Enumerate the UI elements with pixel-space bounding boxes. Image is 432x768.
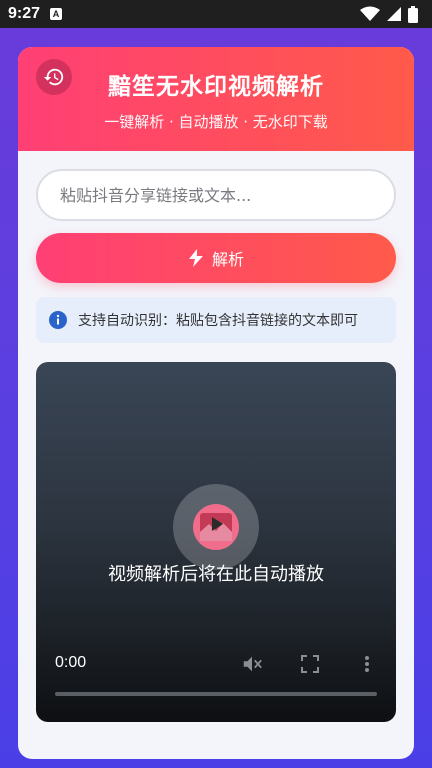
app-header: 黯笙无水印视频解析 一键解析 · 自动播放 · 无水印下载 [18, 47, 414, 151]
video-player[interactable]: 视频解析后将在此自动播放 0:00 [36, 362, 396, 722]
progress-bar[interactable] [55, 692, 377, 696]
page-title: 黯笙无水印视频解析 [108, 74, 324, 100]
info-tip-text: 支持自动识别：粘贴包含抖音链接的文本即可 [78, 313, 358, 329]
mute-button[interactable] [240, 652, 264, 676]
lightning-icon [188, 249, 203, 267]
main-card: 黯笙无水印视频解析 一键解析 · 自动播放 · 无水印下载 解析 支持自动识别：… [18, 47, 414, 759]
status-bar: 9:27 A [0, 0, 432, 28]
video-placeholder-icon [193, 504, 239, 550]
more-vert-icon [365, 656, 369, 672]
fullscreen-button[interactable] [298, 652, 322, 676]
play-button[interactable] [173, 484, 259, 570]
more-options-button[interactable] [355, 652, 379, 676]
wifi-icon [360, 6, 380, 21]
parse-button-label: 解析 [211, 250, 244, 269]
player-placeholder-text: 视频解析后将在此自动播放 [108, 564, 324, 585]
status-time: 9:27 [8, 5, 41, 22]
link-input-wrapper [36, 169, 396, 221]
fullscreen-icon [301, 655, 319, 673]
info-tip: 支持自动识别：粘贴包含抖音链接的文本即可 [36, 297, 396, 343]
info-icon [49, 311, 67, 329]
volume-off-icon [243, 656, 262, 672]
link-input[interactable] [58, 184, 374, 206]
notification-a-icon: A [50, 8, 63, 20]
parse-button[interactable]: 解析 [36, 233, 396, 283]
battery-icon [408, 5, 418, 23]
playback-time: 0:00 [55, 654, 87, 671]
page-subtitle: 一键解析 · 自动播放 · 无水印下载 [104, 113, 328, 131]
signal-icon [387, 7, 401, 21]
